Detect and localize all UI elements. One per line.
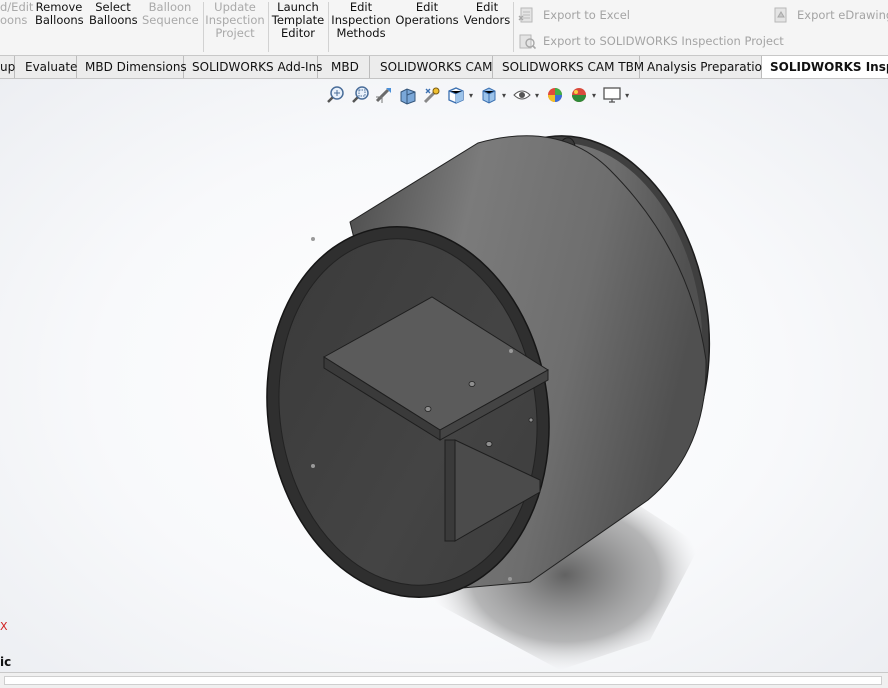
tab-label: SOLIDWORKS Add-Ins bbox=[192, 60, 323, 74]
tab-label: SOLIDWORKS CAM TBM bbox=[502, 60, 645, 74]
tab-label: SOLIDWORKS CAM bbox=[380, 60, 493, 74]
tab-solidworks-cam[interactable]: SOLIDWORKS CAM bbox=[370, 56, 493, 78]
remove-balloons-button[interactable]: Remove Balloons bbox=[35, 1, 84, 27]
inspection-project-export-icon bbox=[519, 34, 536, 50]
ribbon-divider bbox=[328, 2, 329, 52]
button-line2: Operations bbox=[395, 13, 459, 27]
button-line3: Editor bbox=[280, 26, 316, 40]
launch-template-editor-button[interactable]: Launch Template Editor bbox=[270, 1, 326, 40]
view-orientation-dropdown-icon[interactable]: ▾ bbox=[469, 91, 473, 100]
reference-triad-x-axis: X bbox=[0, 620, 8, 633]
button-line3: Project bbox=[215, 26, 255, 40]
view-settings-dropdown-icon[interactable]: ▾ bbox=[625, 91, 629, 100]
balloon-sequence-button[interactable]: Balloon Sequence bbox=[142, 1, 199, 27]
graphics-bottom-bar bbox=[0, 672, 888, 688]
horizontal-scrollbar[interactable] bbox=[4, 676, 882, 685]
view-settings-icon[interactable] bbox=[602, 85, 622, 105]
export-to-inspection-project-button[interactable]: Export to SOLIDWORKS Inspection Project bbox=[518, 32, 784, 50]
edit-operations-button[interactable]: Edit Operations bbox=[395, 1, 459, 27]
edit-appearance-icon[interactable] bbox=[545, 85, 565, 105]
add-edit-balloons-button[interactable]: d/Edit oons bbox=[0, 1, 33, 27]
hide-show-dropdown-icon[interactable]: ▾ bbox=[535, 91, 539, 100]
display-style-dropdown-icon[interactable]: ▾ bbox=[502, 91, 506, 100]
select-balloons-button[interactable]: Select Balloons bbox=[89, 1, 138, 27]
ribbon-divider bbox=[203, 2, 204, 52]
tab-label: SOLIDWORKS Inspection bbox=[770, 60, 888, 74]
section-view-icon[interactable] bbox=[398, 85, 418, 105]
export-excel-label: Export to Excel bbox=[543, 8, 630, 22]
export-to-excel-button[interactable]: Export to Excel bbox=[518, 6, 630, 24]
tab-solidworks-inspection[interactable]: SOLIDWORKS Inspection bbox=[762, 56, 888, 78]
tab-mbd-dimensions[interactable]: MBD Dimensions bbox=[77, 56, 187, 78]
edrawing-export-icon bbox=[774, 7, 787, 23]
graphics-area[interactable]: ▾ ▾ ▾ ▾ ▾ X ic bbox=[0, 79, 888, 672]
excel-export-icon bbox=[518, 7, 533, 23]
tab-solidworks-add-ins[interactable]: SOLIDWORKS Add-Ins bbox=[184, 56, 322, 78]
edit-inspection-methods-button[interactable]: Edit Inspection Methods bbox=[331, 1, 391, 40]
tab-evaluate[interactable]: Evaluate bbox=[15, 56, 77, 78]
apply-scene-icon[interactable] bbox=[569, 85, 589, 105]
dynamic-annotation-icon[interactable] bbox=[422, 85, 442, 105]
view-name-label: ic bbox=[0, 655, 12, 669]
tab-label: MBD bbox=[331, 60, 359, 74]
tab-sketch[interactable]: up bbox=[0, 56, 15, 78]
export-project-label: Export to SOLIDWORKS Inspection Project bbox=[543, 34, 784, 48]
command-manager-ribbon: d/Edit oons Remove Balloons Select Ballo… bbox=[0, 0, 888, 56]
hide-show-items-icon[interactable] bbox=[512, 85, 532, 105]
button-line2: Vendors bbox=[463, 13, 511, 27]
button-line2: Sequence bbox=[142, 13, 199, 27]
display-style-icon[interactable] bbox=[479, 85, 499, 105]
part-model[interactable] bbox=[0, 79, 888, 672]
heads-up-view-toolbar: ▾ ▾ ▾ ▾ ▾ bbox=[326, 85, 635, 105]
update-inspection-project-button[interactable]: Update Inspection Project bbox=[205, 1, 265, 40]
button-line2: Balloons bbox=[35, 13, 84, 27]
zoom-to-area-icon[interactable] bbox=[350, 85, 370, 105]
view-orientation-icon[interactable] bbox=[446, 85, 466, 105]
previous-view-icon[interactable] bbox=[374, 85, 394, 105]
tab-mbd[interactable]: MBD bbox=[318, 56, 370, 78]
button-line2: Balloons bbox=[89, 13, 138, 27]
export-edrawing-label: Export eDrawing bbox=[797, 8, 888, 22]
export-edrawing-button[interactable]: Export eDrawing bbox=[772, 6, 888, 24]
tab-label: MBD Dimensions bbox=[85, 60, 187, 74]
zoom-to-fit-icon[interactable] bbox=[326, 85, 346, 105]
ribbon-divider bbox=[268, 2, 269, 52]
button-line3: Methods bbox=[336, 26, 386, 40]
edit-vendors-button[interactable]: Edit Vendors bbox=[463, 1, 511, 27]
tab-label: Evaluate bbox=[25, 60, 78, 74]
apply-scene-dropdown-icon[interactable]: ▾ bbox=[592, 91, 596, 100]
tab-solidworks-cam-tbm[interactable]: SOLIDWORKS CAM TBM bbox=[493, 56, 644, 78]
command-manager-tabs: up Evaluate MBD Dimensions SOLIDWORKS Ad… bbox=[0, 56, 888, 79]
tab-label: up bbox=[0, 60, 16, 74]
tab-analysis-preparation[interactable]: Analysis Preparation bbox=[640, 56, 770, 78]
ribbon-divider bbox=[513, 2, 514, 52]
tab-label: Analysis Preparation bbox=[647, 60, 770, 74]
button-line2: oons bbox=[0, 13, 28, 27]
